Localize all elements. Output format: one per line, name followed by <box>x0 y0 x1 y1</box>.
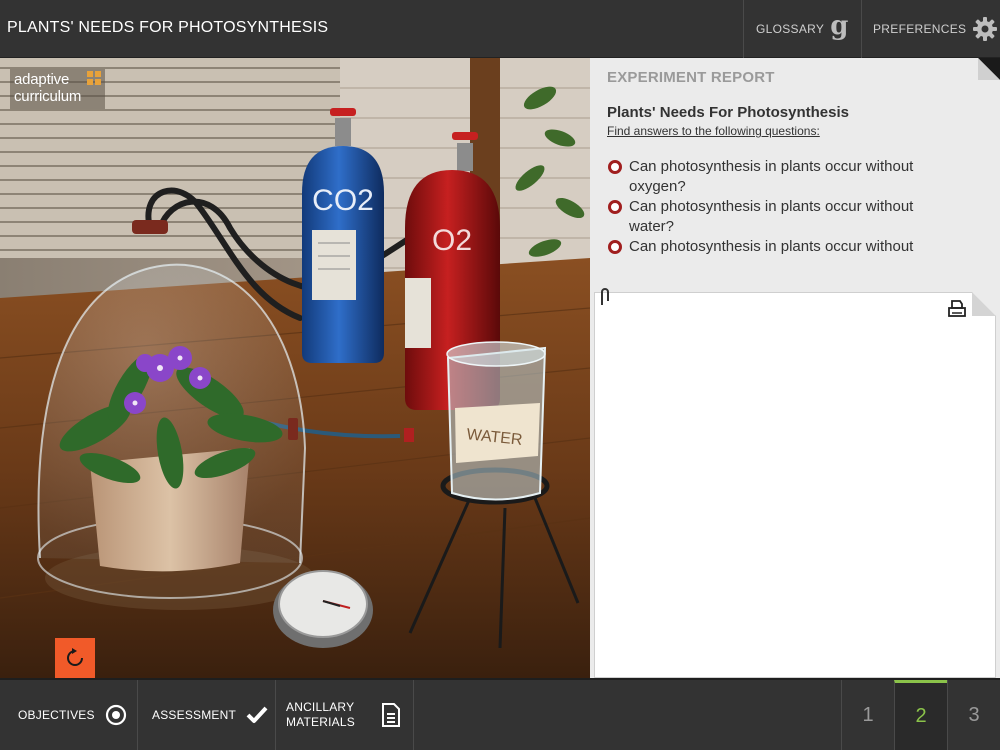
gear-icon <box>972 16 998 42</box>
print-icon[interactable] <box>947 299 967 319</box>
preferences-label: PREFERENCES <box>873 22 967 36</box>
question-radio-icon <box>608 200 622 214</box>
ancillary-label-line-2: MATERIALS <box>286 715 355 729</box>
page-title: PLANTS' NEEDS FOR PHOTOSYNTHESIS <box>7 19 329 36</box>
bottom-bar: OBJECTIVES ASSESSMENT ANCILLARY MATERIAL… <box>0 678 1000 750</box>
reset-icon <box>67 648 83 666</box>
target-icon <box>105 704 127 726</box>
question-item[interactable]: Can photosynthesis in plants occur witho… <box>607 237 947 257</box>
experiment-report-panel: EXPERIMENT REPORT Plants' Needs For Phot… <box>590 58 1000 678</box>
report-title: Plants' Needs For Photosynthesis <box>607 104 849 121</box>
reset-button[interactable] <box>55 638 95 678</box>
report-subtitle: Find answers to the following questions: <box>607 124 820 138</box>
notes-area[interactable] <box>594 288 996 678</box>
ancillary-label-line-1: ANCILLARY <box>286 700 355 714</box>
adaptive-curriculum-logo: adaptive curriculum <box>10 69 105 109</box>
page-fold-icon <box>978 58 1000 80</box>
co2-tank-label: CO2 <box>312 184 374 217</box>
logo-mark-icon <box>87 71 101 85</box>
document-icon <box>381 703 401 727</box>
question-item[interactable]: Can photosynthesis in plants occur witho… <box>607 157 947 197</box>
page-3-button[interactable]: 3 <box>947 680 1000 750</box>
question-text: Can photosynthesis in plants occur witho… <box>629 158 914 195</box>
question-list: Can photosynthesis in plants occur witho… <box>607 157 947 257</box>
assessment-button[interactable]: ASSESSMENT <box>138 680 276 750</box>
logo-line-2: curriculum <box>14 88 82 105</box>
objectives-label: OBJECTIVES <box>18 708 95 722</box>
o2-tank-label: O2 <box>432 224 472 257</box>
report-heading: EXPERIMENT REPORT <box>607 69 775 86</box>
scene-illustration: CO2 O2 WATER <box>0 58 590 678</box>
question-radio-icon <box>608 240 622 254</box>
experiment-scene: CO2 O2 WATER adaptive curriculum <box>0 58 590 678</box>
glossary-g-icon: g <box>830 11 849 41</box>
question-text: Can photosynthesis in plants occur witho… <box>629 238 914 255</box>
ancillary-label: ANCILLARY MATERIALS <box>286 700 355 730</box>
glossary-button[interactable]: GLOSSARY g <box>743 0 861 58</box>
page-1-button[interactable]: 1 <box>841 680 894 750</box>
question-text: Can photosynthesis in plants occur witho… <box>629 198 914 235</box>
paperclip-icon <box>601 288 609 305</box>
question-radio-icon <box>608 160 622 174</box>
glossary-label: GLOSSARY <box>756 22 825 36</box>
question-item[interactable]: Can photosynthesis in plants occur witho… <box>607 197 947 237</box>
objectives-button[interactable]: OBJECTIVES <box>0 680 138 750</box>
ancillary-materials-button[interactable]: ANCILLARY MATERIALS <box>276 680 414 750</box>
preferences-button[interactable]: PREFERENCES <box>861 0 1000 58</box>
page-2-button[interactable]: 2 <box>894 680 947 750</box>
checkmark-icon <box>246 705 268 725</box>
assessment-label: ASSESSMENT <box>152 708 237 722</box>
top-bar: PLANTS' NEEDS FOR PHOTOSYNTHESIS GLOSSAR… <box>0 0 1000 58</box>
notes-fold-icon <box>972 292 996 316</box>
